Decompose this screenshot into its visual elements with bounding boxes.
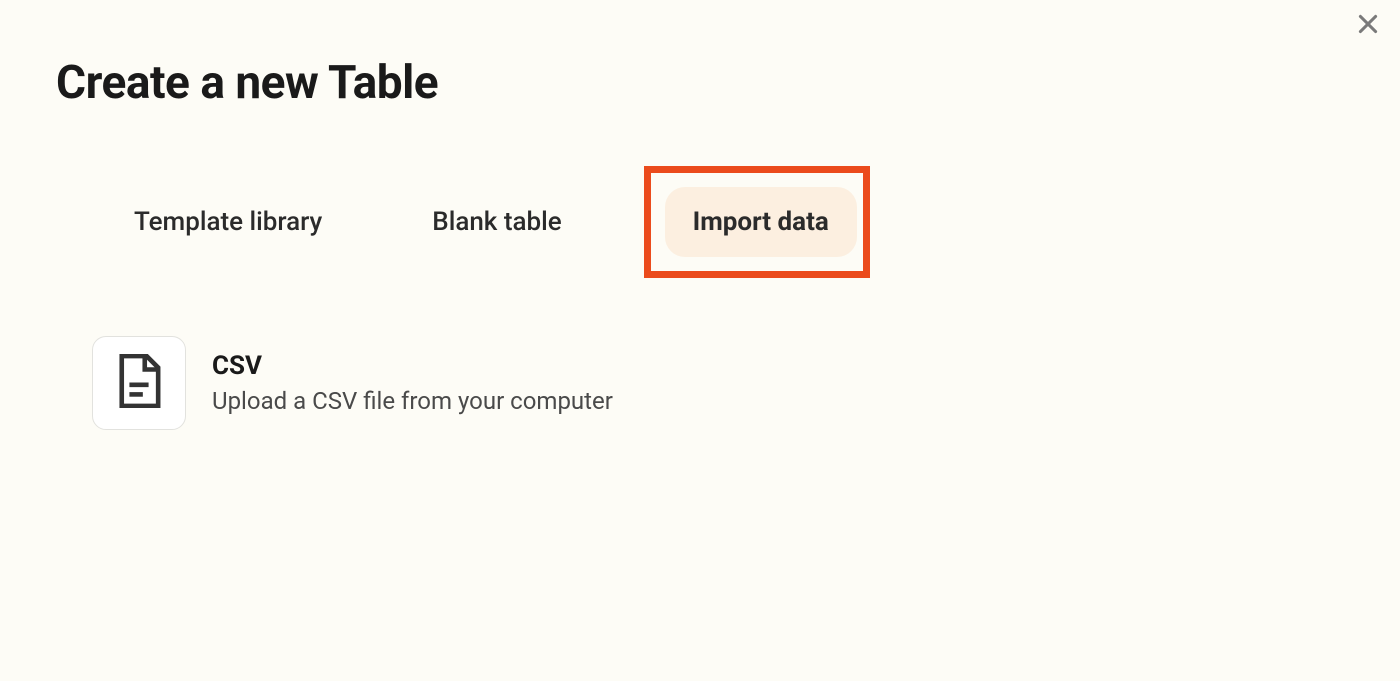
tab-template-library[interactable]: Template library	[106, 187, 350, 257]
import-option-csv[interactable]: CSV Upload a CSV file from your computer	[92, 336, 1344, 430]
highlight-annotation: Import data	[644, 166, 870, 278]
create-table-modal: Create a new Table Template library Blan…	[0, 0, 1400, 430]
tab-import-data[interactable]: Import data	[665, 187, 857, 257]
tab-label: Blank table	[432, 207, 561, 237]
import-options: CSV Upload a CSV file from your computer	[56, 336, 1344, 430]
tab-blank-table[interactable]: Blank table	[404, 187, 589, 257]
close-icon	[1355, 11, 1381, 41]
file-icon	[116, 354, 162, 412]
tab-bar: Template library Blank table Import data	[56, 166, 1344, 278]
tab-label: Import data	[693, 207, 829, 237]
option-description: Upload a CSV file from your computer	[212, 387, 613, 415]
option-icon-box	[92, 336, 186, 430]
option-text: CSV Upload a CSV file from your computer	[212, 351, 613, 415]
modal-title: Create a new Table	[56, 56, 1344, 110]
option-title: CSV	[212, 351, 613, 381]
close-button[interactable]	[1352, 10, 1384, 42]
tab-label: Template library	[134, 207, 322, 237]
